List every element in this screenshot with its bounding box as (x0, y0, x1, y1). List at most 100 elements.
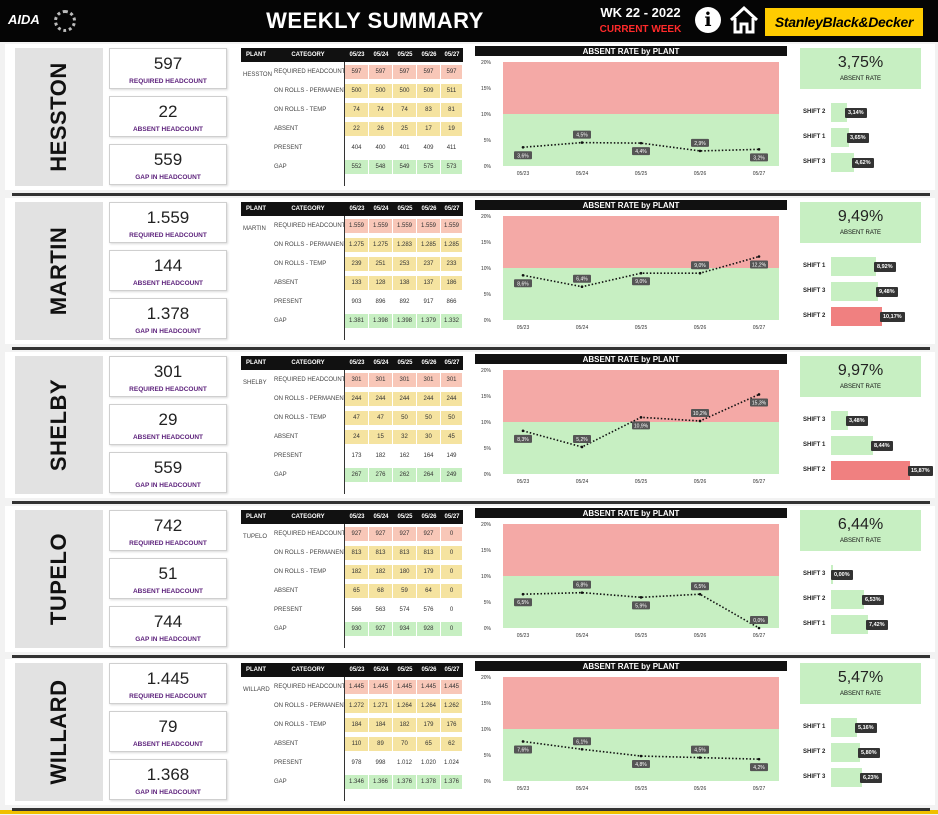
table-header-category: CATEGORY (271, 356, 345, 370)
table-cell: 70 (393, 737, 416, 751)
kpi-required-headcount: 1.559 REQUIRED HEADCOUNT (109, 202, 227, 243)
table-cell: 927 (369, 622, 392, 636)
shift-bar-label: 3,48% (846, 416, 868, 426)
chart-x-tick: 05/27 (753, 325, 766, 331)
chart-point (521, 145, 525, 149)
table-cell: 251 (369, 257, 392, 271)
table-cell: 511 (441, 84, 462, 98)
table-cell: 1.020 (417, 756, 440, 770)
chart-x-tick: 05/23 (517, 786, 530, 792)
kpi-gap-headcount: 1.368 GAP IN HEADCOUNT (109, 759, 227, 800)
kpi-label: ABSENT HEADCOUNT (132, 280, 204, 287)
table-cell: 892 (393, 295, 416, 309)
table-header-category: CATEGORY (271, 48, 345, 62)
kpi-absent-headcount: 51 ABSENT HEADCOUNT (109, 558, 227, 599)
table-header-date: 05/25 (393, 510, 417, 524)
chart-data-label: 6,4% (576, 277, 588, 283)
gear-icon (54, 10, 76, 32)
kpi-value: 742 (153, 516, 183, 535)
kpi-absent-headcount: 144 ABSENT HEADCOUNT (109, 250, 227, 291)
info-icon[interactable]: i (695, 7, 721, 33)
absent-rate-value: 6,44% (837, 516, 884, 533)
chart-x-tick: 05/26 (694, 479, 707, 485)
shift-bar-label: 9,48% (876, 287, 898, 297)
headcount-table: PLANT CATEGORY 05/23 05/24 05/25 05/26 05/27 HE… (241, 48, 463, 186)
brand-logo[interactable]: StanleyBlack&Decker (765, 8, 923, 36)
table-header-date: 05/24 (369, 510, 393, 524)
absent-rate-label: ABSENT RATE (839, 538, 882, 544)
absent-rate-card: 9,49% ABSENT RATE (800, 202, 921, 243)
plant-name: WILLARD (46, 679, 71, 785)
chart-point (639, 754, 643, 758)
chart-y-tick: 5% (484, 292, 492, 298)
table-cell: 301 (369, 373, 392, 387)
week-label: WK 22 - 2022 (600, 5, 681, 20)
chart-x-tick: 05/25 (635, 786, 648, 792)
chart-y-tick: 20% (481, 368, 492, 374)
table-cell: 1.445 (369, 680, 392, 694)
kpi-value: 744 (153, 612, 183, 631)
section-separator (12, 193, 930, 196)
shift-row: SHIFT 3 3,48% (800, 411, 930, 431)
shift-row: SHIFT 1 5,16% (800, 718, 930, 738)
table-cell: 137 (417, 276, 440, 290)
table-cell: 173 (345, 449, 368, 463)
table-cell: 65 (417, 737, 440, 751)
kpi-value: 1.368 (146, 765, 190, 784)
chart-red-zone (503, 524, 779, 576)
chart-y-tick: 15% (481, 701, 492, 707)
table-header-date: 05/23 (345, 202, 369, 216)
table-cell: 182 (369, 449, 392, 463)
shift-row: SHIFT 3 4,62% (800, 153, 930, 173)
chart-data-label: 15,3% (752, 400, 767, 406)
table-cell: 81 (441, 103, 462, 117)
shift-bar (831, 436, 873, 455)
table-header-date: 05/25 (393, 663, 417, 677)
table-cell: 17 (417, 122, 440, 136)
table-category-cell: ABSENT (274, 434, 299, 440)
chart-x-tick: 05/23 (517, 479, 530, 485)
table-cell: 1.379 (417, 314, 440, 328)
shift-name: SHIFT 1 (803, 724, 826, 730)
chart-y-tick: 15% (481, 394, 492, 400)
table-plant-cell: TUPELO (243, 534, 268, 540)
chart-point (698, 419, 702, 423)
table-divider (344, 370, 345, 494)
shift-bar (831, 257, 876, 276)
kpi-label: ABSENT HEADCOUNT (132, 588, 204, 595)
shift-name: SHIFT 2 (803, 596, 826, 602)
chart-point (580, 141, 584, 144)
table-cell: 597 (369, 65, 392, 79)
table-cell: 597 (417, 65, 440, 79)
home-icon[interactable] (728, 4, 760, 36)
table-header-date: 05/27 (441, 356, 463, 370)
table-header-date: 05/26 (417, 202, 441, 216)
chart-y-tick: 5% (484, 446, 492, 452)
chart-x-tick: 05/27 (753, 786, 766, 792)
chart-point (580, 285, 584, 289)
table-cell: 566 (345, 603, 368, 617)
shift-bar-label: 6,53% (862, 595, 884, 605)
shift-name: SHIFT 1 (803, 134, 826, 140)
table-category-cell: ON ROLLS - TEMP (274, 261, 327, 267)
kpi-value: 51 (158, 564, 178, 583)
table-category-cell: ABSENT (274, 741, 299, 747)
table-cell: 928 (417, 622, 440, 636)
absent-rate-chart: ABSENT RATE by PLANT 0% 5% 10% 15% 20% 05/23 05… (475, 46, 787, 177)
table-cell: 1.445 (441, 680, 462, 694)
table-cell: 552 (345, 160, 368, 174)
chart-red-zone (503, 370, 779, 422)
chart-point (698, 149, 702, 153)
shift-bar-label: 0,00% (831, 570, 853, 580)
table-cell: 978 (345, 756, 368, 770)
aida-logo[interactable]: AIDA (8, 6, 76, 36)
table-cell: 1.376 (393, 775, 416, 789)
chart-y-tick: 15% (481, 86, 492, 92)
chart-x-tick: 05/25 (635, 325, 648, 331)
kpi-gap-headcount: 1.378 GAP IN HEADCOUNT (109, 298, 227, 339)
shift-name: SHIFT 2 (803, 749, 826, 755)
chart-y-tick: 20% (481, 522, 492, 528)
table-category-cell: PRESENT (274, 607, 303, 613)
kpi-required-headcount: 597 REQUIRED HEADCOUNT (109, 48, 227, 89)
table-cell: 563 (369, 603, 392, 617)
